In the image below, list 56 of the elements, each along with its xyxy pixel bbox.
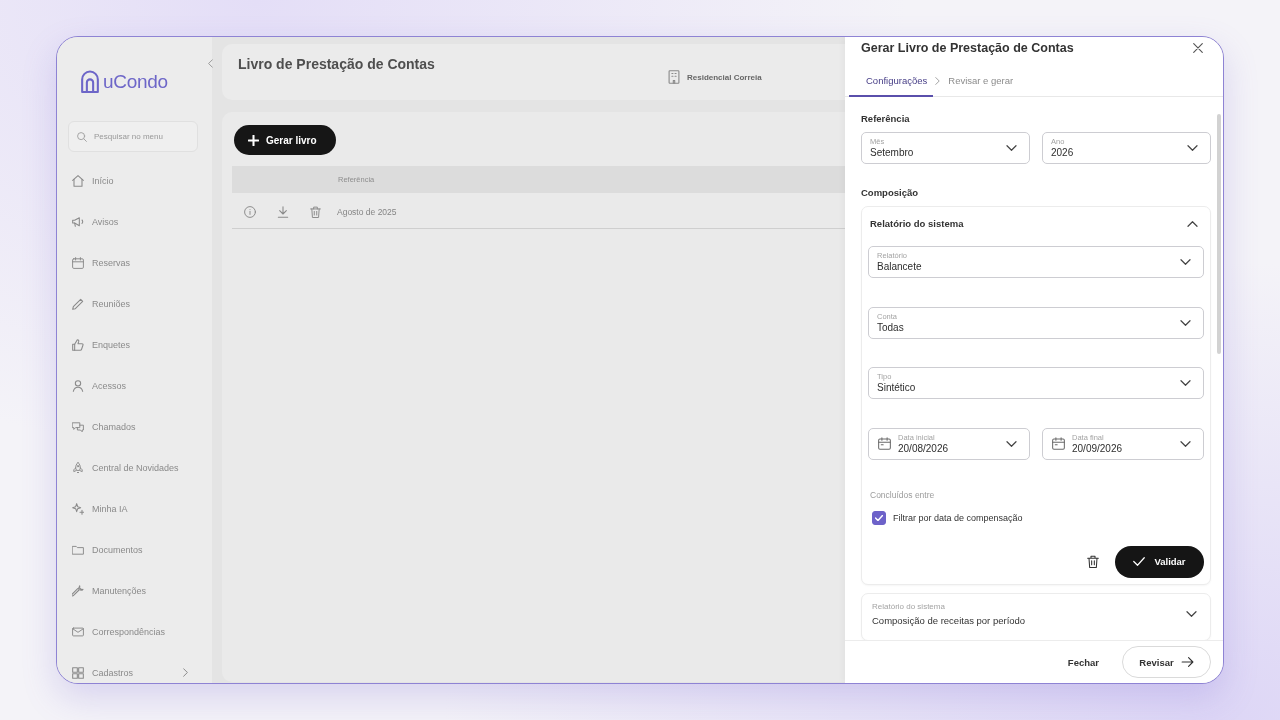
- logo-text: uCondo: [103, 70, 168, 93]
- section-heading: Composição: [861, 187, 918, 199]
- range-label: Concluídos entre: [870, 488, 935, 501]
- checkbox-label: Filtrar por data de compensação: [893, 512, 1023, 523]
- search-icon: [77, 131, 87, 142]
- tick-icon: [875, 514, 883, 521]
- validate-button[interactable]: Validar: [1115, 545, 1204, 578]
- close-icon: [1193, 43, 1203, 53]
- pen-icon: [72, 297, 84, 310]
- table-cell: Agosto de 2025: [337, 206, 397, 217]
- chevron-down-icon: [1180, 440, 1191, 447]
- download-icon[interactable]: [277, 205, 289, 218]
- chevron-down-icon: [1006, 145, 1017, 151]
- grid-icon: [72, 666, 84, 679]
- chevron-left-icon[interactable]: [208, 59, 213, 68]
- scrollbar[interactable]: [1217, 114, 1221, 354]
- checkbox[interactable]: [872, 510, 886, 525]
- accordion-header[interactable]: Relatório do sistema Composição de receitas por período: [862, 593, 1210, 635]
- chevron-right-icon: [935, 77, 941, 85]
- close-text-button[interactable]: Fechar: [1067, 656, 1099, 668]
- page-title: Livro de Prestação de Contas: [238, 56, 435, 72]
- search-field[interactable]: Pesquisar no menu: [68, 121, 198, 152]
- calendar-icon: [72, 256, 84, 269]
- chevron-down-icon: [1180, 259, 1191, 265]
- accordion-header[interactable]: Relatório do sistema: [868, 207, 1204, 240]
- person-icon: [72, 379, 84, 392]
- step-tab[interactable]: Revisar e gerar: [942, 69, 1020, 97]
- chevron-down-icon: [1187, 145, 1198, 151]
- envelope-icon: [72, 625, 84, 638]
- section-heading: Referência: [861, 113, 910, 125]
- new-book-button[interactable]: Gerar livro: [234, 125, 336, 155]
- chevron-down-icon: [1006, 440, 1017, 447]
- drawer-title: Gerar Livro de Prestação de Contas: [861, 41, 1074, 55]
- sparkle-icon: [72, 502, 84, 515]
- check-icon: [1133, 557, 1146, 566]
- step-tab[interactable]: Configurações: [849, 69, 934, 97]
- chevron-down-icon: [1180, 319, 1191, 326]
- chat-icon: [72, 420, 84, 433]
- calendar-icon: [878, 437, 891, 450]
- arrow-right-icon: [1180, 657, 1194, 667]
- close-button[interactable]: [1191, 41, 1205, 55]
- wrench-icon: [72, 584, 84, 597]
- trash-icon[interactable]: [1087, 555, 1099, 568]
- plus-icon: [248, 134, 259, 146]
- rocket-icon: [72, 461, 84, 474]
- building-icon: [668, 70, 680, 84]
- info-icon[interactable]: [244, 205, 256, 218]
- home-icon: [72, 174, 84, 187]
- calendar-icon: [1052, 437, 1065, 450]
- folder-icon: [72, 543, 84, 556]
- logo-icon: [80, 70, 100, 93]
- condominium-name: Residencial Correia: [687, 72, 762, 82]
- chevron-down-icon: [1180, 380, 1191, 386]
- thumbs-up-icon: [72, 338, 84, 351]
- megaphone-icon: [72, 215, 84, 228]
- review-button[interactable]: Revisar: [1122, 646, 1211, 678]
